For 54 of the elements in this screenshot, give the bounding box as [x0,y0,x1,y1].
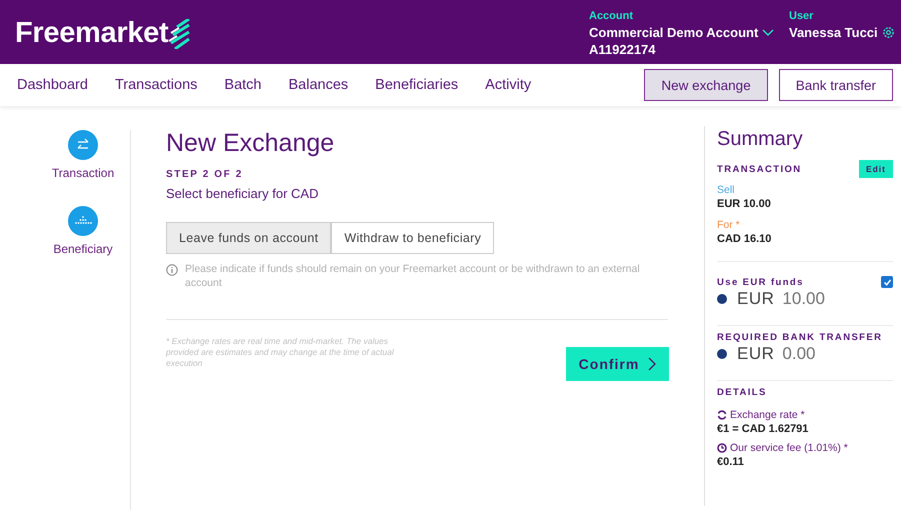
use-funds-label: Use EUR funds [717,276,804,288]
account-id: A11922174 [589,41,657,58]
new-exchange-button[interactable]: New exchange [644,69,768,101]
bank-transfer-button[interactable]: Bank transfer [778,69,893,101]
nav-link[interactable]: Activity [485,77,532,93]
clock-icon [717,443,727,453]
disclaimer-text: * Exchange rates are real time and mid-market. The values provided are estimates and may change at the time of actual execution [166,336,395,369]
amount: 0.00 [782,344,816,364]
fee-label: Our service fee (1.01%) * [730,442,848,454]
section-heading: REQUIRED BANK TRANSFER [717,332,884,343]
user-label: User [789,9,814,24]
nav-link[interactable]: Beneficiaries [375,77,458,93]
sell-label: Sell [717,184,736,196]
checkbox[interactable] [881,276,893,288]
rate-label: Exchange rate * [730,409,805,421]
chevron-down-icon[interactable] [762,28,774,36]
nav-link[interactable]: Transactions [114,77,198,93]
logo-icon [169,18,192,48]
step-label: Transaction [52,166,114,180]
step-indicator: STEP 2 OF 2 [166,169,244,180]
account-name[interactable]: Commercial Demo Account [589,24,758,41]
account-label: Account [589,9,634,24]
nav-link[interactable]: Batch [224,77,262,93]
option-button[interactable]: Withdraw to beneficiary [331,222,494,254]
exchange-icon [68,130,98,160]
flag-icon [717,294,727,304]
amount: 10.00 [782,289,825,309]
step-label: Beneficiary [53,242,113,256]
fee-value: €0.11 [717,456,745,468]
option-button[interactable]: Leave funds on account [166,222,332,254]
rate-value: €1 = CAD 1.62791 [717,423,810,435]
settings-icon[interactable] [882,26,895,39]
subtitle: Select beneficiary for CAD [166,186,320,201]
flag-icon [717,349,727,359]
chevron-right-icon [648,357,656,371]
section-heading: DETAILS [717,387,768,398]
info-text: Please indicate if funds should remain on your Freemarket account or be withdrawn to an external account [185,262,641,290]
dots-icon [68,206,98,236]
user-name: Vanessa Tucci [789,24,878,41]
nav-link[interactable]: Balances [288,77,348,93]
nav-link[interactable]: Dashboard [17,77,88,93]
currency-code: EUR [737,344,774,364]
info-icon [166,264,178,276]
refresh-icon [717,410,727,420]
currency-code: EUR [737,289,774,309]
logo-text: Freemarket [15,17,168,50]
sell-amount: EUR 10.00 [717,198,772,210]
for-amount: CAD 16.10 [717,233,772,245]
summary-title: Summary [717,127,804,152]
page-title: New Exchange [166,128,336,158]
edit-button[interactable]: Edit [858,160,893,178]
for-label: For * [717,219,741,231]
section-heading: TRANSACTION [717,164,802,174]
confirm-button[interactable]: Confirm [566,347,669,381]
